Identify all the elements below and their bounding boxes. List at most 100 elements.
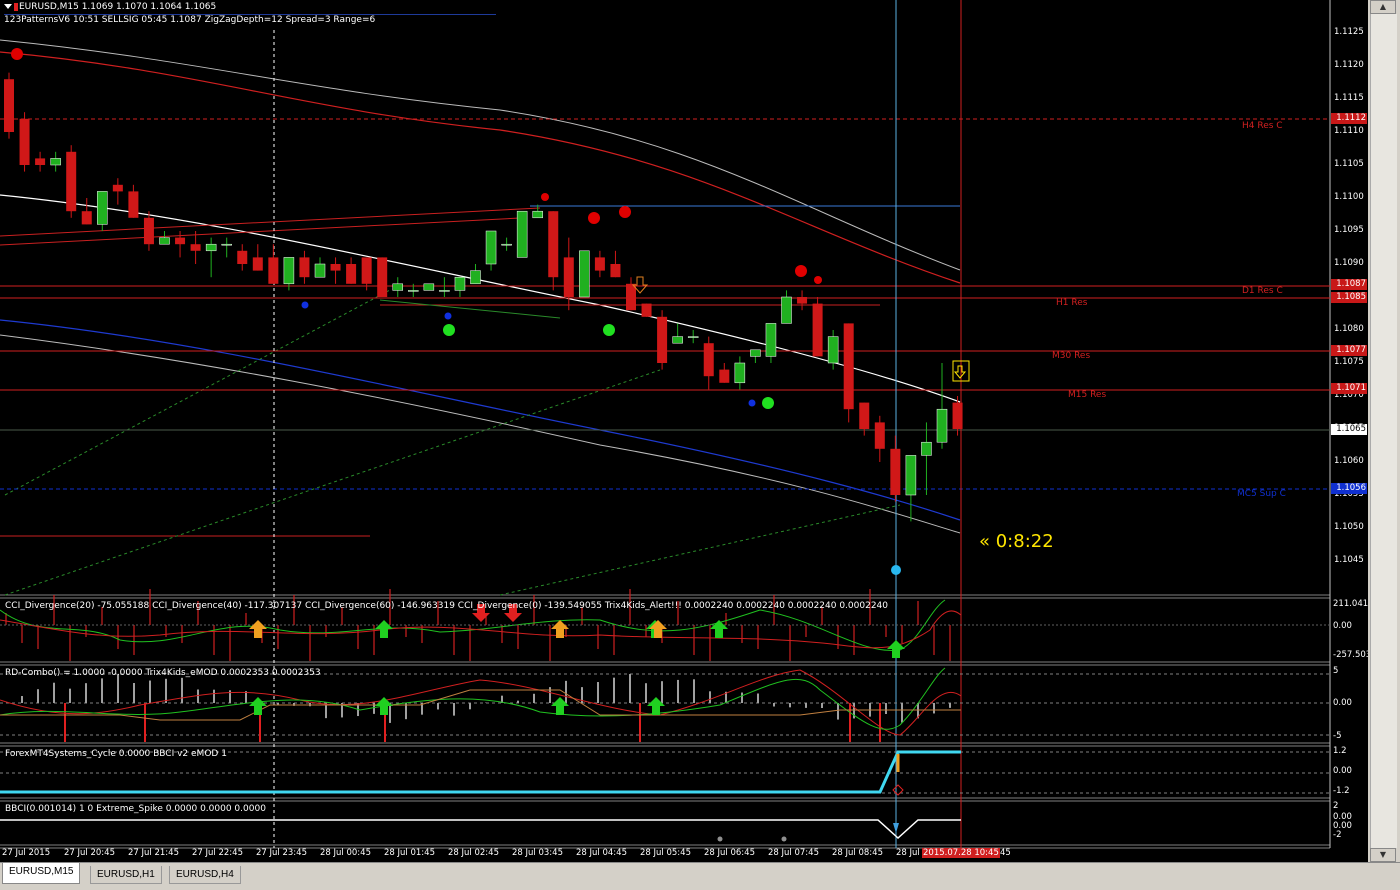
sub2-axis-bottom: -5 bbox=[1333, 731, 1342, 741]
candle-body bbox=[921, 441, 932, 456]
price-tick-label: 1.1080 bbox=[1334, 324, 1364, 334]
candle-body bbox=[392, 283, 403, 291]
time-tick-label: 28 Jul 01:45 bbox=[384, 848, 435, 858]
candle-body bbox=[50, 158, 61, 166]
sub4-axis-bottom: -2 bbox=[1333, 830, 1342, 840]
symbol-header: EURUSD,M15 1.1069 1.1070 1.1064 1.1065 bbox=[4, 2, 216, 13]
candle-body bbox=[175, 237, 186, 245]
signal-dot bbox=[301, 301, 309, 309]
candle-body bbox=[35, 158, 46, 165]
price-level-badge: 1.1077 bbox=[1331, 345, 1367, 356]
sub2-axis-top: 5 bbox=[1333, 666, 1339, 676]
candle-body bbox=[128, 191, 139, 218]
time-tick-label: 28 Jul 06:45 bbox=[704, 848, 755, 858]
level-label-m15: M15 Res bbox=[1068, 390, 1107, 400]
candle-body bbox=[4, 79, 14, 132]
candle-body bbox=[252, 257, 263, 271]
scrollbar-track[interactable] bbox=[1370, 14, 1397, 848]
candle-body bbox=[159, 237, 170, 245]
chart-canvas[interactable] bbox=[0, 0, 1368, 862]
time-tick-label: 27 Jul 21:45 bbox=[128, 848, 179, 858]
time-tick-label: 28 Jul 03:45 bbox=[512, 848, 563, 858]
candle-body bbox=[548, 211, 559, 278]
signal-dot bbox=[748, 399, 756, 407]
candle-body bbox=[579, 250, 590, 298]
candle-body bbox=[563, 257, 574, 297]
signal-dot bbox=[588, 212, 600, 224]
ma-lower-gray bbox=[0, 334, 961, 534]
candle-body bbox=[112, 184, 123, 192]
chart-tab-bar: EURUSD,M15 EURUSD,H1 EURUSD,H4 bbox=[0, 862, 1400, 890]
price-tick-label: 1.1105 bbox=[1334, 159, 1364, 169]
alert-arrow-icon bbox=[953, 365, 967, 379]
price-tick-label: 1.1095 bbox=[1334, 225, 1364, 235]
time-tick-label: 28 Jul 02:45 bbox=[448, 848, 499, 858]
candle-body bbox=[190, 244, 201, 251]
price-level-badge: 1.1071 bbox=[1331, 383, 1367, 394]
signal-dot bbox=[11, 48, 23, 60]
signal-dot bbox=[444, 312, 452, 320]
candle-body bbox=[423, 283, 435, 291]
price-tick-label: 1.1045 bbox=[1334, 555, 1364, 565]
dropdown-arrow-icon[interactable] bbox=[4, 4, 12, 9]
tab-eurusd-h1[interactable]: EURUSD,H1 bbox=[90, 866, 162, 884]
mt4-chart-window: EURUSD,M15 1.1069 1.1070 1.1064 1.1065 1… bbox=[0, 0, 1400, 890]
price-tick-label: 1.1125 bbox=[1334, 27, 1364, 37]
level-label-h1: H1 Res bbox=[1056, 298, 1088, 308]
level-label-m30: M30 Res bbox=[1052, 351, 1091, 361]
sub3-axis-bottom: -1.2 bbox=[1333, 786, 1350, 796]
candle-countdown: « 0:8:22 bbox=[979, 531, 1054, 552]
signal-dot bbox=[762, 397, 774, 409]
candle-body bbox=[812, 303, 823, 357]
candle-body bbox=[283, 257, 295, 285]
candle-body bbox=[361, 257, 372, 284]
candle-body bbox=[843, 323, 854, 410]
sub4-axis-top: 2 bbox=[1333, 801, 1339, 811]
candle-body bbox=[454, 276, 466, 291]
time-tick-label: 28 Jul 04:45 bbox=[576, 848, 627, 858]
signal-dot bbox=[603, 324, 615, 336]
time-tick-label: 28 Jul 07:45 bbox=[768, 848, 819, 858]
candle-body bbox=[890, 448, 901, 495]
price-level-badge: 1.1065 bbox=[1331, 424, 1367, 435]
price-tick-label: 1.1090 bbox=[1334, 258, 1364, 268]
chart-marker-icon bbox=[14, 2, 18, 11]
sub3-axis-top: 1.2 bbox=[1333, 746, 1347, 756]
price-level-badge: 1.1087 bbox=[1331, 279, 1367, 290]
tab-eurusd-m15[interactable]: EURUSD,M15 bbox=[2, 863, 81, 884]
cci-indicator-label: CCI_Divergence(20) -75.055188 CCI_Diverg… bbox=[5, 601, 888, 611]
ma-upper-red bbox=[0, 51, 961, 284]
scroll-up-button[interactable]: ▲ bbox=[1370, 0, 1396, 14]
candle-body bbox=[205, 243, 217, 252]
time-tick-label: 45 bbox=[1000, 848, 1011, 858]
spike-dot bbox=[781, 836, 787, 842]
trend-line bbox=[499, 504, 901, 596]
buy-arrow-icon bbox=[249, 697, 267, 715]
candle-body bbox=[610, 264, 621, 278]
price-tick-label: 1.1100 bbox=[1334, 192, 1364, 202]
candle-body bbox=[237, 250, 248, 264]
sub3-axis-mid: 0.00 bbox=[1333, 766, 1352, 776]
candle-body bbox=[516, 210, 528, 258]
candle-body bbox=[797, 297, 808, 304]
price-tick-label: 1.1120 bbox=[1334, 60, 1364, 70]
time-tick-label: 28 Jul 00:45 bbox=[320, 848, 371, 858]
level-label-support: MC5 Sup C bbox=[1237, 489, 1286, 499]
price-tick-label: 1.1050 bbox=[1334, 522, 1364, 532]
header-underline bbox=[4, 14, 496, 15]
time-tick-label: 27 Jul 2015 bbox=[2, 848, 51, 858]
candle-body bbox=[330, 264, 341, 271]
candle-body bbox=[672, 336, 683, 344]
spike-dot bbox=[717, 836, 723, 842]
candle-body bbox=[874, 422, 885, 449]
tab-eurusd-h4[interactable]: EURUSD,H4 bbox=[169, 866, 241, 884]
spike-icon bbox=[893, 823, 899, 833]
scroll-down-button[interactable]: ▼ bbox=[1370, 848, 1396, 862]
bbci-line bbox=[0, 819, 961, 840]
candle-body bbox=[687, 336, 699, 338]
time-tick-label: 28 Jul 05:45 bbox=[640, 848, 691, 858]
sub1-axis-mid: 0.00 bbox=[1333, 621, 1352, 631]
candle-body bbox=[221, 243, 232, 246]
signal-dot bbox=[541, 193, 549, 201]
rd-combo-indicator-label: RD-Combo() = 1.0000 -0.0000 Trix4Kids_eM… bbox=[5, 668, 321, 678]
